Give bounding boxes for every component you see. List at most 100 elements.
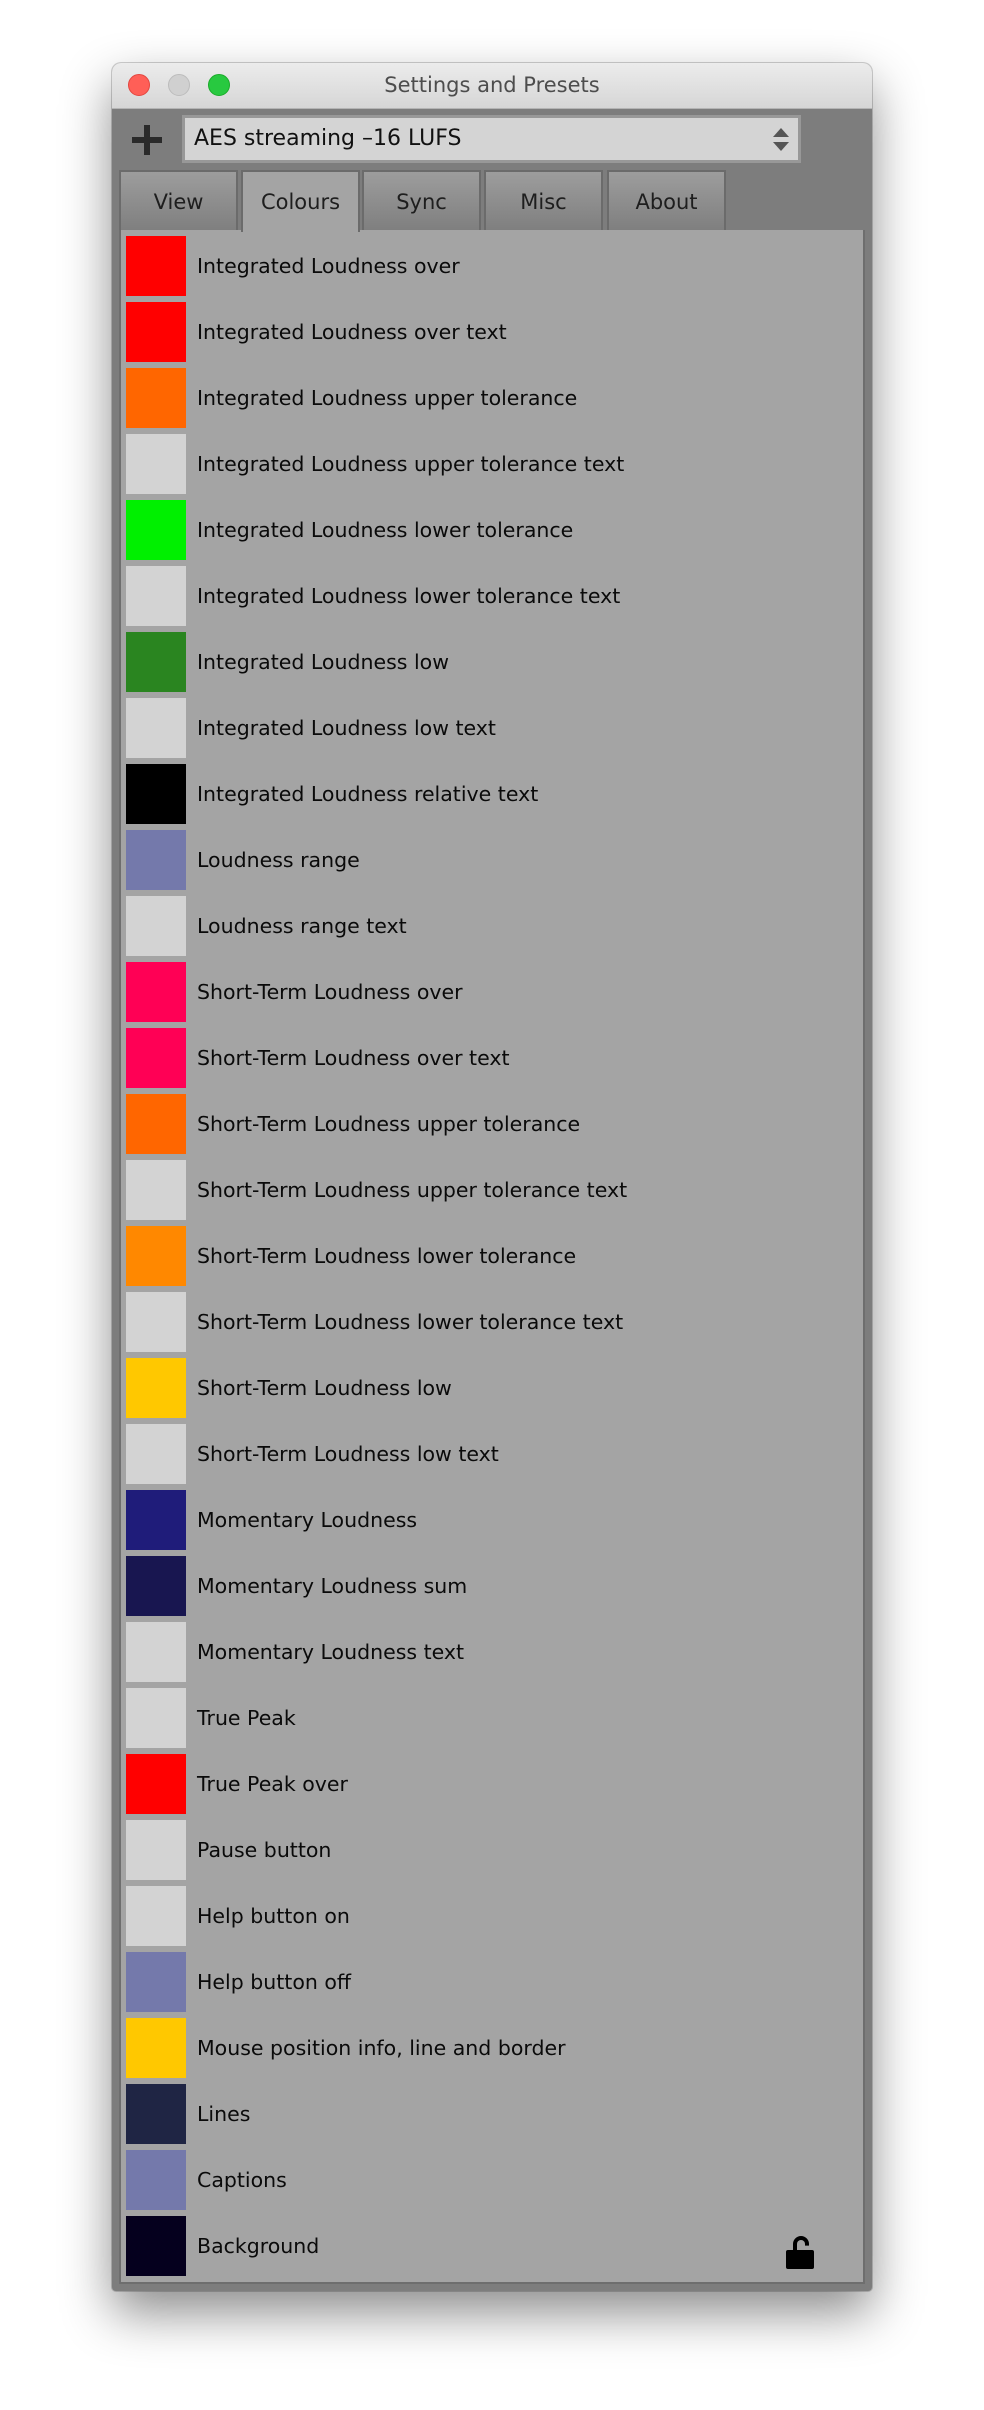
colour-label: Short-Term Loudness low bbox=[197, 1376, 452, 1400]
colour-swatch[interactable] bbox=[126, 1358, 186, 1418]
colour-row: Short-Term Loudness over text bbox=[126, 1028, 856, 1088]
colour-swatch[interactable] bbox=[126, 2216, 186, 2276]
colour-label: Integrated Loudness relative text bbox=[197, 782, 539, 806]
colour-label: Momentary Loudness bbox=[197, 1508, 418, 1532]
colour-label: Integrated Loudness low text bbox=[197, 716, 496, 740]
colour-swatch[interactable] bbox=[126, 2084, 186, 2144]
colour-label: Integrated Loudness lower tolerance text bbox=[197, 584, 621, 608]
colour-swatch[interactable] bbox=[126, 2018, 186, 2078]
colour-swatch[interactable] bbox=[126, 632, 186, 692]
colour-swatch[interactable] bbox=[126, 1160, 186, 1220]
colour-row: Help button on bbox=[126, 1886, 856, 1946]
colour-label: Integrated Loudness upper tolerance text bbox=[197, 452, 625, 476]
colour-row: Momentary Loudness bbox=[126, 1490, 856, 1550]
colour-swatch[interactable] bbox=[126, 698, 186, 758]
colour-swatch[interactable] bbox=[126, 236, 186, 296]
colour-row: Momentary Loudness sum bbox=[126, 1556, 856, 1616]
colour-label: True Peak bbox=[197, 1706, 296, 1730]
colour-label: Pause button bbox=[197, 1838, 332, 1862]
settings-window: Settings and Presets AES streaming –16 L… bbox=[112, 63, 872, 2291]
add-preset-button[interactable] bbox=[130, 123, 164, 157]
up-down-arrows-icon bbox=[773, 128, 789, 152]
colour-row: Integrated Loudness low text bbox=[126, 698, 856, 758]
colour-swatch[interactable] bbox=[126, 434, 186, 494]
colour-row: Short-Term Loudness over bbox=[126, 962, 856, 1022]
tab-about[interactable]: About bbox=[607, 170, 726, 230]
colour-row: Integrated Loudness upper tolerance text bbox=[126, 434, 856, 494]
colour-label: Short-Term Loudness low text bbox=[197, 1442, 499, 1466]
colour-label: Background bbox=[197, 2234, 320, 2258]
colour-label: Help button off bbox=[197, 1970, 352, 1994]
colour-swatch[interactable] bbox=[126, 896, 186, 956]
colour-label: Short-Term Loudness lower tolerance text bbox=[197, 1310, 624, 1334]
colour-label: Short-Term Loudness over text bbox=[197, 1046, 510, 1070]
colour-row: Short-Term Loudness upper tolerance text bbox=[126, 1160, 856, 1220]
colour-swatch[interactable] bbox=[126, 1622, 186, 1682]
colour-swatch[interactable] bbox=[126, 1688, 186, 1748]
colour-row: Integrated Loudness over text bbox=[126, 302, 856, 362]
colour-swatch[interactable] bbox=[126, 1028, 186, 1088]
colour-swatch[interactable] bbox=[126, 1226, 186, 1286]
colour-swatch[interactable] bbox=[126, 1820, 186, 1880]
colour-row: Loudness range bbox=[126, 830, 856, 890]
colour-label: Mouse position info, line and border bbox=[197, 2036, 566, 2060]
colour-row: Mouse position info, line and border bbox=[126, 2018, 856, 2078]
colour-row: Short-Term Loudness low bbox=[126, 1358, 856, 1418]
colour-label: Integrated Loudness low bbox=[197, 650, 449, 674]
colour-row: Background bbox=[126, 2216, 856, 2276]
colour-row: Momentary Loudness text bbox=[126, 1622, 856, 1682]
colour-label: Momentary Loudness sum bbox=[197, 1574, 468, 1598]
colour-swatch[interactable] bbox=[126, 566, 186, 626]
colour-row: Short-Term Loudness upper tolerance bbox=[126, 1094, 856, 1154]
colour-swatch[interactable] bbox=[126, 1886, 186, 1946]
colour-swatch[interactable] bbox=[126, 302, 186, 362]
colour-label: Short-Term Loudness upper tolerance text bbox=[197, 1178, 628, 1202]
colour-label: Lines bbox=[197, 2102, 251, 2126]
tab-view[interactable]: View bbox=[119, 170, 238, 230]
tab-misc[interactable]: Misc bbox=[484, 170, 603, 230]
colour-label: Short-Term Loudness over bbox=[197, 980, 463, 1004]
colour-label: Integrated Loudness upper tolerance bbox=[197, 386, 578, 410]
colour-swatch[interactable] bbox=[126, 1490, 186, 1550]
colour-swatch[interactable] bbox=[126, 368, 186, 428]
colour-swatch[interactable] bbox=[126, 1952, 186, 2012]
colour-row: Lines bbox=[126, 2084, 856, 2144]
colour-swatch[interactable] bbox=[126, 764, 186, 824]
colour-row: Pause button bbox=[126, 1820, 856, 1880]
colour-swatch[interactable] bbox=[126, 1292, 186, 1352]
colour-swatch[interactable] bbox=[126, 1094, 186, 1154]
colour-row: Loudness range text bbox=[126, 896, 856, 956]
colour-label: Help button on bbox=[197, 1904, 350, 1928]
colour-row: Integrated Loudness upper tolerance bbox=[126, 368, 856, 428]
tab-colours[interactable]: Colours bbox=[241, 170, 360, 232]
colour-swatch[interactable] bbox=[126, 830, 186, 890]
colour-swatch[interactable] bbox=[126, 1556, 186, 1616]
colour-row: Captions bbox=[126, 2150, 856, 2210]
colours-panel: Integrated Loudness over Integrated Loudn… bbox=[119, 230, 865, 2284]
colour-label: Integrated Loudness over bbox=[197, 254, 460, 278]
colour-swatch[interactable] bbox=[126, 1424, 186, 1484]
preset-dropdown[interactable]: AES streaming –16 LUFS bbox=[182, 115, 801, 163]
colour-label: Momentary Loudness text bbox=[197, 1640, 465, 1664]
colour-row: Integrated Loudness over bbox=[126, 236, 856, 296]
colour-swatch[interactable] bbox=[126, 1754, 186, 1814]
window-title: Settings and Presets bbox=[384, 73, 600, 97]
colour-swatch[interactable] bbox=[126, 500, 186, 560]
colour-row: Short-Term Loudness lower tolerance bbox=[126, 1226, 856, 1286]
colour-row: Integrated Loudness low bbox=[126, 632, 856, 692]
colour-row: Short-Term Loudness lower tolerance text bbox=[126, 1292, 856, 1352]
colour-swatch[interactable] bbox=[126, 2150, 186, 2210]
colour-row: Integrated Loudness lower tolerance text bbox=[126, 566, 856, 626]
colour-swatch[interactable] bbox=[126, 962, 186, 1022]
colour-row: True Peak bbox=[126, 1688, 856, 1748]
colour-row: Integrated Loudness lower tolerance bbox=[126, 500, 856, 560]
colour-label: Loudness range text bbox=[197, 914, 407, 938]
colour-label: Loudness range bbox=[197, 848, 360, 872]
preset-dropdown-value: AES streaming –16 LUFS bbox=[194, 126, 462, 151]
colour-label: Captions bbox=[197, 2168, 287, 2192]
colour-label: Short-Term Loudness upper tolerance bbox=[197, 1112, 581, 1136]
tab-sync[interactable]: Sync bbox=[362, 170, 481, 230]
colour-label: Short-Term Loudness lower tolerance bbox=[197, 1244, 577, 1268]
colour-row: True Peak over bbox=[126, 1754, 856, 1814]
title-bar[interactable]: Settings and Presets bbox=[112, 63, 872, 109]
